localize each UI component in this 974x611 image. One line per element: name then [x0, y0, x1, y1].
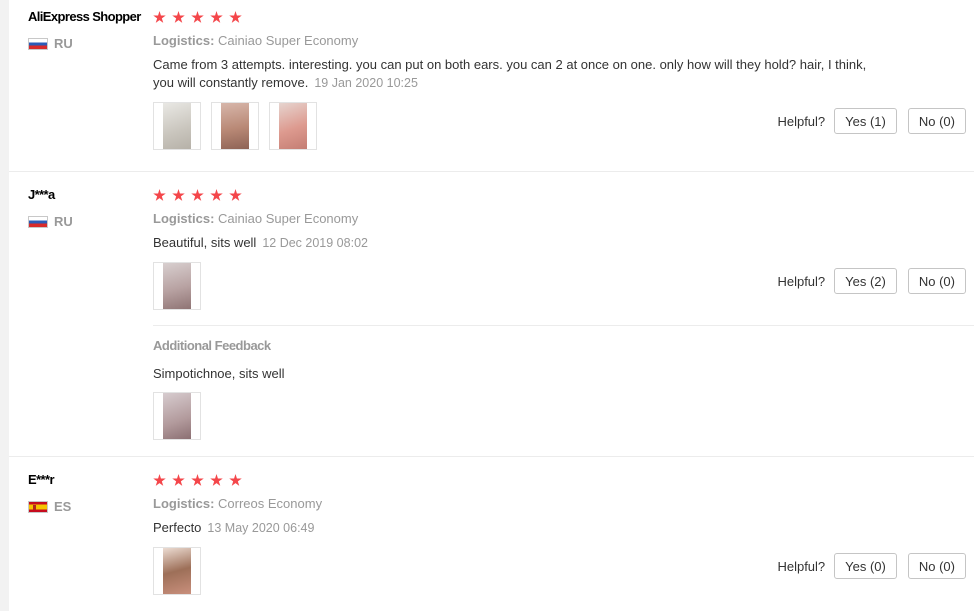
reviewer-name: J***a — [28, 187, 55, 202]
review-photo-thumbnail[interactable] — [153, 102, 201, 150]
review-date: 12 Dec 2019 08:02 — [262, 236, 368, 250]
star-rating — [153, 11, 248, 29]
photo-image — [163, 393, 191, 439]
photo-image — [163, 263, 191, 309]
country-code: ES — [54, 499, 72, 514]
additional-feedback-photos — [153, 392, 201, 440]
star-icon — [191, 11, 204, 23]
review-date: 13 May 2020 06:49 — [207, 521, 315, 535]
logistics-info: Logistics: Cainiao Super Economy — [153, 33, 358, 48]
review-photos — [153, 547, 201, 595]
review-body: Came from 3 attempts. interesting. you c… — [153, 57, 867, 90]
logistics-label: Logistics: — [153, 211, 215, 226]
star-icon — [210, 189, 223, 201]
star-icon — [229, 474, 242, 486]
star-icon — [191, 189, 204, 201]
reviewer-country: RU — [28, 214, 73, 229]
spain-flag-icon — [28, 500, 48, 513]
logistics-info: Logistics: Cainiao Super Economy — [153, 211, 358, 226]
review-photo-thumbnail[interactable] — [153, 392, 201, 440]
helpful-label: Helpful? — [777, 558, 826, 574]
star-rating — [153, 474, 248, 492]
helpful-yes-button[interactable]: Yes (0) — [834, 553, 897, 579]
review-item: J***a RU Logistics: Cainiao Super Econom… — [9, 172, 974, 457]
star-icon — [229, 189, 242, 201]
review-photo-thumbnail[interactable] — [211, 102, 259, 150]
review-text: Came from 3 attempts. interesting. you c… — [153, 56, 883, 92]
star-icon — [172, 189, 185, 201]
russia-flag-icon — [28, 37, 48, 50]
helpful-no-button[interactable]: No (0) — [907, 553, 966, 579]
left-scroll-gutter — [0, 0, 9, 611]
logistics-label: Logistics: — [153, 496, 215, 511]
review-item: AliExpress Shopper RU Logistics: Cainiao… — [9, 0, 974, 172]
star-icon — [172, 474, 185, 486]
star-icon — [172, 11, 185, 23]
russia-flag-icon — [28, 215, 48, 228]
review-content: Logistics: Correos Economy Perfecto 13 Ma… — [153, 457, 974, 611]
review-text: Beautiful, sits well 12 Dec 2019 08:02 — [153, 234, 883, 252]
helpful-no-button[interactable]: No (0) — [907, 268, 966, 294]
star-icon — [153, 474, 166, 486]
review-body: Beautiful, sits well — [153, 235, 257, 250]
review-photo-thumbnail[interactable] — [153, 547, 201, 595]
review-photos — [153, 102, 317, 150]
helpful-yes-button[interactable]: Yes (1) — [834, 108, 897, 134]
logistics-method: Correos Economy — [218, 496, 323, 511]
star-icon — [191, 474, 204, 486]
reviewer-country: RU — [28, 36, 73, 51]
review-text: Perfecto 13 May 2020 06:49 — [153, 519, 883, 537]
star-icon — [210, 474, 223, 486]
helpful-vote: Helpful? Yes (1) No (0) — [777, 108, 966, 134]
photo-image — [163, 548, 191, 594]
reviewer-name: E***r — [28, 472, 55, 487]
logistics-method: Cainiao Super Economy — [218, 33, 359, 48]
review-date: 19 Jan 2020 10:25 — [314, 76, 418, 90]
additional-feedback-text: Simpotichnoe, sits well — [153, 366, 285, 381]
photo-image — [279, 103, 307, 149]
review-photo-thumbnail[interactable] — [269, 102, 317, 150]
star-icon — [229, 11, 242, 23]
review-photo-thumbnail[interactable] — [153, 262, 201, 310]
review-item: E***r ES Logistics: Correos Economy Perf… — [9, 457, 974, 611]
star-icon — [153, 189, 166, 201]
helpful-yes-button[interactable]: Yes (2) — [834, 268, 897, 294]
review-content: Logistics: Cainiao Super Economy Beautif… — [153, 172, 974, 457]
photo-image — [163, 103, 191, 149]
helpful-label: Helpful? — [777, 113, 826, 129]
review-photos — [153, 262, 201, 310]
helpful-no-button[interactable]: No (0) — [907, 108, 966, 134]
helpful-vote: Helpful? Yes (0) No (0) — [777, 553, 966, 579]
additional-feedback-title: Additional Feedback — [153, 338, 271, 353]
review-content: Logistics: Cainiao Super Economy Came fr… — [153, 0, 974, 172]
star-icon — [153, 11, 166, 23]
review-body: Perfecto — [153, 520, 202, 535]
star-icon — [210, 11, 223, 23]
country-code: RU — [54, 36, 73, 51]
photo-image — [221, 103, 249, 149]
reviewer-country: ES — [28, 499, 71, 514]
reviewer-name: AliExpress Shopper — [28, 9, 141, 24]
logistics-label: Logistics: — [153, 33, 215, 48]
star-rating — [153, 189, 248, 207]
logistics-method: Cainiao Super Economy — [218, 211, 359, 226]
helpful-vote: Helpful? Yes (2) No (0) — [777, 268, 966, 294]
logistics-info: Logistics: Correos Economy — [153, 496, 322, 511]
additional-feedback-divider — [153, 325, 974, 326]
country-code: RU — [54, 214, 73, 229]
helpful-label: Helpful? — [777, 273, 826, 289]
